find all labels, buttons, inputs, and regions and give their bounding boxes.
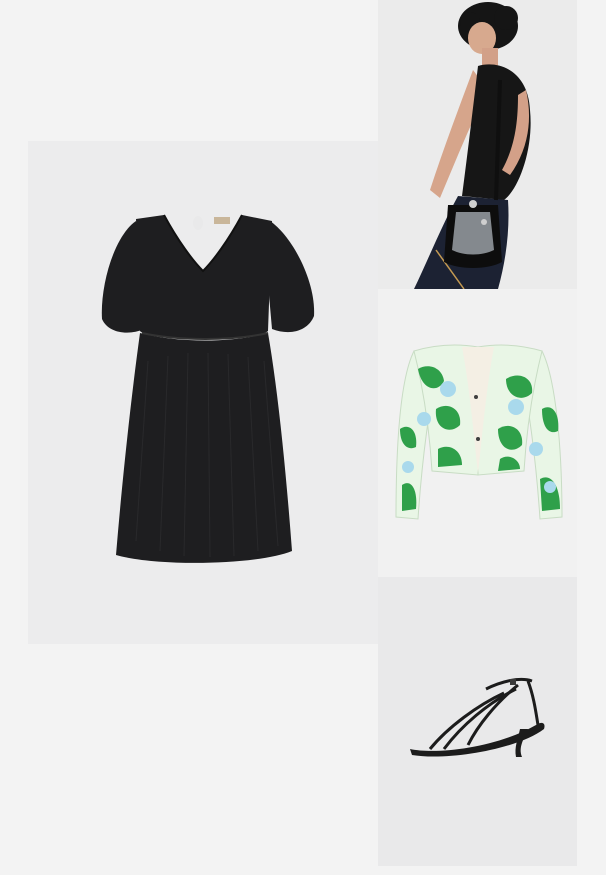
model-with-bag-image [414,2,531,289]
product-card-dress[interactable] [28,141,378,644]
dress-image [101,214,315,563]
jacket-image [395,344,563,520]
product-card-sandal[interactable] [378,577,577,866]
product-card-jacket[interactable] [378,289,577,577]
product-card-bag[interactable] [378,0,577,289]
sandal-image [410,677,545,757]
outfit-collage [0,0,606,875]
